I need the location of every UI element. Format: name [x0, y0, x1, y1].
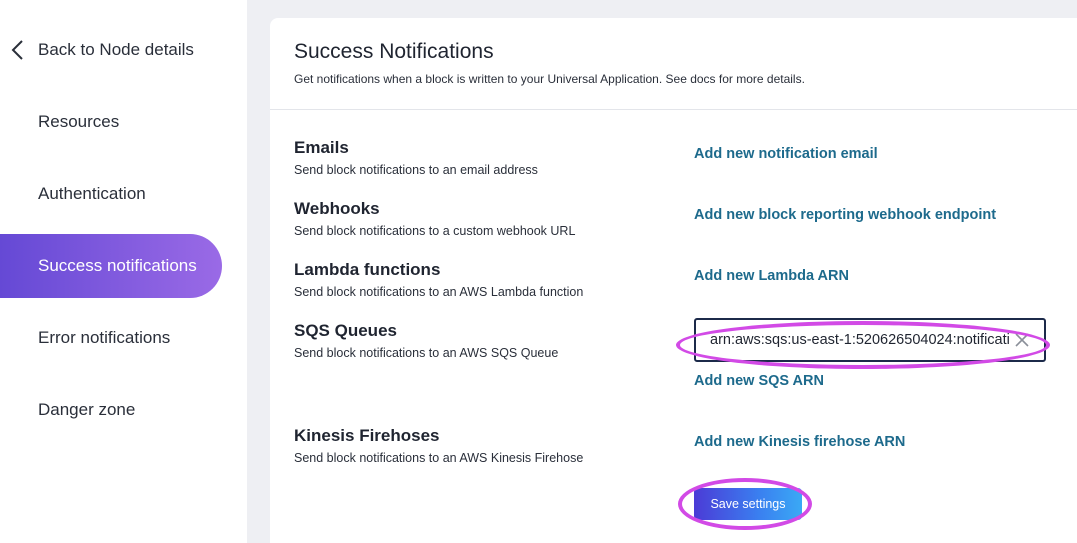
- page-subtitle: Get notifications when a block is writte…: [294, 72, 805, 86]
- add-notification-email-link[interactable]: Add new notification email: [694, 146, 878, 162]
- chevron-left-icon: [11, 40, 23, 60]
- add-sqs-arn-link[interactable]: Add new SQS ARN: [694, 373, 824, 389]
- save-settings-button[interactable]: Save settings: [694, 488, 802, 520]
- back-to-node-details-link[interactable]: Back to Node details: [10, 36, 194, 64]
- add-webhook-endpoint-link[interactable]: Add new block reporting webhook endpoint: [694, 207, 996, 223]
- sqs-title: SQS Queues: [294, 321, 397, 340]
- sqs-arn-input[interactable]: [710, 320, 1010, 360]
- sidebar-item-success-notifications[interactable]: Success notifications: [0, 234, 222, 298]
- sidebar-item-authentication[interactable]: Authentication: [0, 162, 222, 226]
- back-link-label: Back to Node details: [38, 40, 194, 59]
- success-notifications-card: Success Notifications Get notifications …: [270, 18, 1077, 543]
- lambda-title: Lambda functions: [294, 260, 441, 279]
- sidebar-item-error-notifications[interactable]: Error notifications: [0, 306, 222, 370]
- close-icon[interactable]: [1014, 332, 1030, 348]
- sidebar-item-danger-zone[interactable]: Danger zone: [0, 378, 222, 442]
- page-title: Success Notifications: [294, 40, 494, 63]
- card-header: Success Notifications Get notifications …: [270, 18, 1077, 110]
- sqs-description: Send block notifications to an AWS SQS Q…: [294, 346, 559, 360]
- webhooks-description: Send block notifications to a custom web…: [294, 224, 576, 238]
- add-kinesis-arn-link[interactable]: Add new Kinesis firehose ARN: [694, 434, 905, 450]
- kinesis-description: Send block notifications to an AWS Kines…: [294, 451, 584, 465]
- emails-section: Emails Send block notifications to an em…: [294, 138, 538, 177]
- sqs-section: SQS Queues Send block notifications to a…: [294, 321, 558, 360]
- emails-title: Emails: [294, 138, 349, 157]
- webhooks-title: Webhooks: [294, 199, 380, 218]
- kinesis-title: Kinesis Firehoses: [294, 426, 440, 445]
- add-lambda-arn-link[interactable]: Add new Lambda ARN: [694, 268, 849, 284]
- lambda-section: Lambda functions Send block notification…: [294, 260, 583, 299]
- webhooks-section: Webhooks Send block notifications to a c…: [294, 199, 575, 238]
- sidebar-item-resources[interactable]: Resources: [0, 90, 222, 154]
- kinesis-section: Kinesis Firehoses Send block notificatio…: [294, 426, 583, 465]
- sidebar: Back to Node details Resources Authentic…: [0, 0, 247, 543]
- emails-description: Send block notifications to an email add…: [294, 163, 538, 177]
- lambda-description: Send block notifications to an AWS Lambd…: [294, 285, 584, 299]
- sqs-arn-field: [694, 318, 1046, 362]
